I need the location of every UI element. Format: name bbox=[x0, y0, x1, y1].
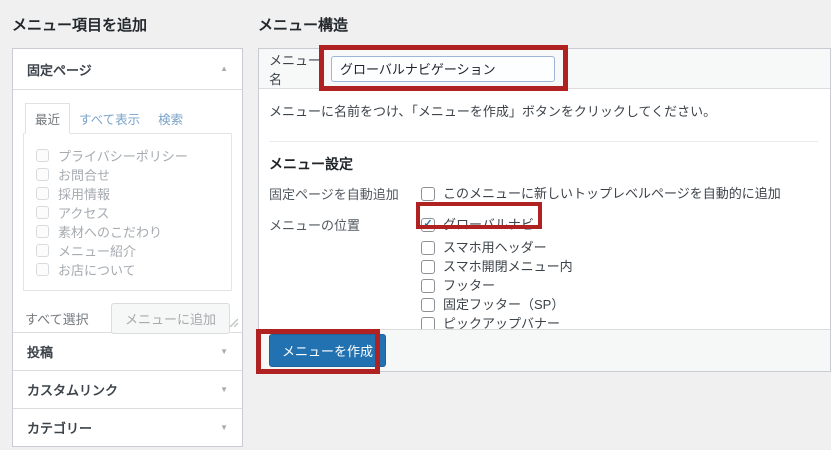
checkbox-unchecked-icon: ✓ bbox=[421, 316, 435, 329]
menu-name-row: メニュー名 bbox=[259, 49, 830, 89]
menu-name-label: メニュー名 bbox=[269, 52, 322, 87]
accordion-header-posts[interactable]: 投稿 ▼ bbox=[13, 333, 242, 370]
position-option-label: ピックアップバナー bbox=[443, 316, 561, 329]
menu-structure-heading: メニュー構造 bbox=[258, 17, 349, 34]
pages-checklist: プライバシーポリシー お問合せ 採用情報 アクセス 素材へのこだわり メニュー紹… bbox=[23, 133, 232, 291]
position-option-global-nav[interactable]: ✓ グローバルナビ bbox=[421, 217, 573, 232]
menu-panel-body: メニューに名前をつけ、「メニューを作成」ボタンをクリックしてください。 メニュー… bbox=[259, 89, 830, 329]
accordion-section-categories: カテゴリー ▼ bbox=[13, 408, 242, 446]
checkbox-unchecked-icon: ✓ bbox=[421, 240, 435, 255]
position-option-pickup-banner[interactable]: ✓ ピックアップバナー bbox=[421, 316, 573, 329]
instruction-text: メニューに名前をつけ、「メニューを作成」ボタンをクリックしてください。 bbox=[269, 104, 717, 119]
position-option-label: グローバルナビ bbox=[443, 217, 534, 232]
page-item-label: 素材へのこだわり bbox=[58, 225, 163, 240]
add-to-menu-button: メニューに追加 bbox=[110, 303, 230, 334]
checkbox-disabled-icon bbox=[36, 244, 49, 257]
checkbox-disabled-icon bbox=[36, 206, 49, 219]
position-option-label: スマホ用ヘッダー bbox=[443, 240, 547, 255]
chevron-down-icon: ▼ bbox=[220, 346, 228, 356]
position-option-label: 固定フッター（SP） bbox=[443, 297, 565, 312]
page-checklist-item: 素材へのこだわり bbox=[24, 222, 231, 241]
pages-tabs: 最近 すべて表示 検索 bbox=[25, 102, 232, 134]
checkbox-unchecked-icon: ✓ bbox=[421, 259, 435, 274]
auto-add-label: 固定ページを自動追加 bbox=[269, 187, 399, 202]
checkbox-disabled-icon bbox=[36, 168, 49, 181]
page-checklist-item: プライバシーポリシー bbox=[24, 146, 231, 165]
position-option-fixed-footer-sp[interactable]: ✓ 固定フッター（SP） bbox=[421, 297, 573, 312]
add-menu-items-column: メニュー項目を追加 固定ページ ▲ 最近 すべて表示 検索 プライバシーポリシー bbox=[12, 0, 243, 447]
checkbox-disabled-icon bbox=[36, 225, 49, 238]
checkbox-disabled-icon bbox=[36, 187, 49, 200]
accordion-section-custom-links: カスタムリンク ▼ bbox=[13, 370, 242, 408]
checkbox-disabled-icon bbox=[36, 263, 49, 276]
menu-panel-footer: メニューを作成 bbox=[259, 329, 830, 371]
menu-edit-panel: メニュー名 メニューに名前をつけ、「メニューを作成」ボタンをクリックしてください… bbox=[258, 48, 831, 372]
page-item-label: アクセス bbox=[58, 206, 110, 221]
create-menu-button[interactable]: メニューを作成 bbox=[269, 334, 387, 367]
accordion-header-custom-links[interactable]: カスタムリンク ▼ bbox=[13, 371, 242, 408]
menu-settings-heading: メニュー設定 bbox=[269, 156, 353, 172]
position-option-sp-header[interactable]: ✓ スマホ用ヘッダー bbox=[421, 240, 573, 255]
auto-add-checkbox-row[interactable]: ✓ このメニューに新しいトップレベルページを自動的に追加 bbox=[421, 186, 781, 201]
accordion-header-pages[interactable]: 固定ページ ▲ bbox=[13, 49, 242, 89]
chevron-up-icon: ▲ bbox=[220, 64, 228, 73]
page-item-label: お問合せ bbox=[58, 168, 111, 183]
checkbox-unchecked-icon: ✓ bbox=[421, 278, 435, 293]
page-item-label: お店について bbox=[58, 263, 136, 278]
position-option-label: スマホ開閉メニュー内 bbox=[443, 259, 573, 274]
checkbox-disabled-icon bbox=[36, 149, 49, 162]
accordion-header-posts-label: 投稿 bbox=[27, 345, 54, 360]
add-menu-items-heading: メニュー項目を追加 bbox=[12, 17, 148, 34]
menu-position-row: メニューの位置 ✓ グローバルナビ ✓ スマホ用ヘッダー ✓ スマホ開閉メニュー bbox=[269, 217, 818, 329]
accordion-header-custom-links-label: カスタムリンク bbox=[27, 383, 119, 398]
accordion-header-categories[interactable]: カテゴリー ▼ bbox=[13, 409, 242, 446]
page-checklist-item: お問合せ bbox=[24, 165, 231, 184]
checkbox-checked-icon: ✓ bbox=[421, 217, 435, 232]
resize-handle[interactable] bbox=[228, 315, 239, 330]
page-item-label: プライバシーポリシー bbox=[58, 149, 188, 164]
page-checklist-item: メニュー紹介 bbox=[24, 241, 231, 260]
accordion-section-posts: 投稿 ▼ bbox=[13, 332, 242, 370]
page-checklist-item: お店について bbox=[24, 260, 231, 279]
page-item-label: 採用情報 bbox=[58, 187, 111, 202]
tab-view-all[interactable]: すべて表示 bbox=[70, 104, 149, 133]
page-checklist-item: 採用情報 bbox=[24, 184, 231, 203]
chevron-down-icon: ▼ bbox=[220, 422, 228, 432]
position-option-label: フッター bbox=[443, 278, 496, 293]
position-option-footer[interactable]: ✓ フッター bbox=[421, 278, 573, 293]
tab-recent[interactable]: 最近 bbox=[25, 103, 71, 134]
page-checklist-item: アクセス bbox=[24, 203, 231, 222]
auto-add-row: 固定ページを自動追加 ✓ このメニューに新しいトップレベルページを自動的に追加 bbox=[269, 186, 818, 205]
accordion-header-categories-label: カテゴリー bbox=[27, 421, 93, 436]
add-menu-items-accordion: 固定ページ ▲ 最近 すべて表示 検索 プライバシーポリシー お問合せ 採用情報… bbox=[12, 48, 243, 447]
menu-position-options: ✓ グローバルナビ ✓ スマホ用ヘッダー ✓ スマホ開閉メニュー内 ✓ bbox=[421, 217, 573, 329]
tab-search[interactable]: 検索 bbox=[149, 104, 192, 133]
checkbox-unchecked-icon: ✓ bbox=[421, 297, 435, 312]
select-all-link: すべて選択 bbox=[25, 312, 89, 327]
checkbox-unchecked-icon: ✓ bbox=[421, 186, 435, 201]
section-divider bbox=[269, 141, 818, 142]
pages-section-body: 最近 すべて表示 検索 プライバシーポリシー お問合せ 採用情報 アクセス 素材… bbox=[13, 89, 242, 334]
chevron-down-icon: ▼ bbox=[220, 384, 228, 394]
menu-position-label: メニューの位置 bbox=[269, 218, 361, 233]
menu-name-input[interactable] bbox=[331, 55, 555, 82]
position-option-sp-toggle-menu[interactable]: ✓ スマホ開閉メニュー内 bbox=[421, 259, 573, 274]
nav-menus-screen: メニュー項目を追加 固定ページ ▲ 最近 すべて表示 検索 プライバシーポリシー bbox=[0, 0, 831, 450]
accordion-header-pages-label: 固定ページ bbox=[27, 62, 92, 78]
page-item-label: メニュー紹介 bbox=[58, 244, 137, 259]
pages-section-footer: すべて選択 メニューに追加 bbox=[23, 303, 232, 334]
menu-structure-column: メニュー構造 メニュー名 メニューに名前をつけ、「メニューを作成」ボタンをクリッ… bbox=[258, 0, 831, 372]
auto-add-option-label: このメニューに新しいトップレベルページを自動的に追加 bbox=[443, 186, 781, 201]
